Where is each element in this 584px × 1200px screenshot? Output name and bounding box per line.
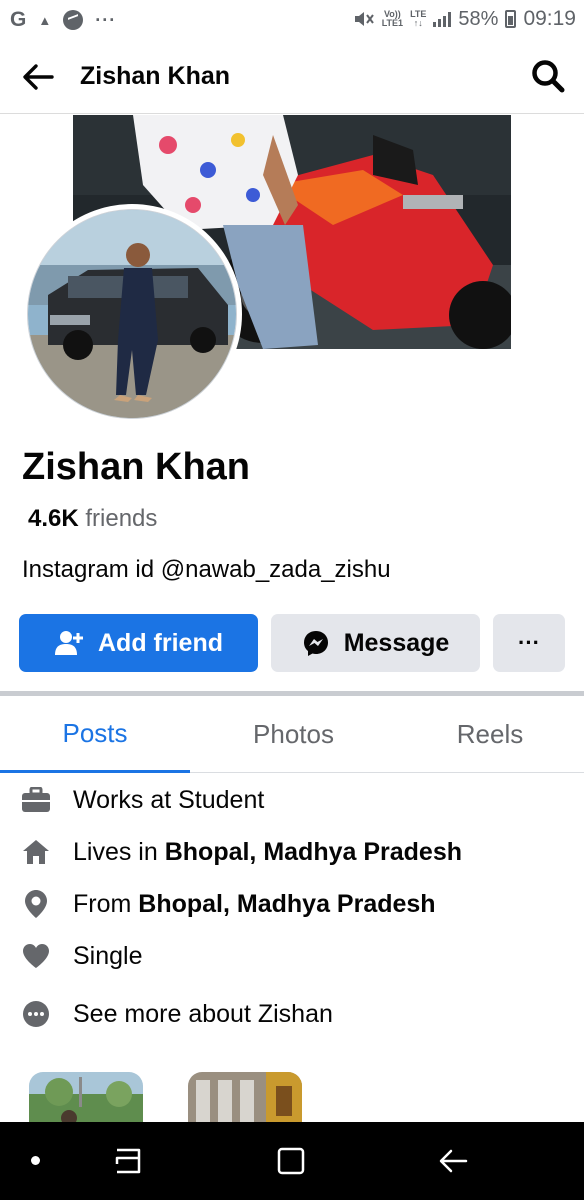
about-relationship-text: Single xyxy=(73,941,143,970)
more-options-button[interactable]: ··· xyxy=(493,614,565,672)
mute-icon xyxy=(354,12,374,26)
see-more-about[interactable]: See more about Zishan xyxy=(20,994,333,1034)
system-navigation-bar xyxy=(0,1122,584,1200)
battery-icon xyxy=(505,10,517,28)
clock: 09:19 xyxy=(523,7,576,30)
add-friend-button[interactable]: Add friend xyxy=(19,614,258,672)
volte-indicator: Vo)) LTE1 xyxy=(381,9,404,28)
more-options-icon: ··· xyxy=(518,630,540,655)
warning-icon: ▲ xyxy=(38,12,52,28)
profile-bio: Instagram id @nawab_zada_zishu xyxy=(22,556,391,583)
battery-percent: 58% xyxy=(458,7,499,30)
heart-icon xyxy=(20,940,52,972)
more-dots-icon: ··· xyxy=(95,9,117,30)
lte-indicator: LTE ↑↓ xyxy=(410,9,427,28)
about-work-text: Works at Student xyxy=(73,785,265,814)
app-header: Zishan Khan xyxy=(0,40,584,114)
google-g-icon: G xyxy=(10,8,27,31)
tab-posts[interactable]: Posts xyxy=(0,696,190,773)
status-bar-right: Vo)) LTE1 LTE ↑↓ 58% 09:19 xyxy=(353,7,576,31)
messenger-icon xyxy=(303,631,328,656)
profile-picture-image xyxy=(27,209,237,419)
friends-count[interactable]: 4.6K friends xyxy=(28,505,157,533)
tab-reels[interactable]: Reels xyxy=(396,696,584,773)
about-from: From Bhopal, Madhya Pradesh xyxy=(20,884,436,924)
add-friend-label: Add friend xyxy=(98,628,223,657)
more-circle-icon xyxy=(20,998,52,1030)
search-icon[interactable] xyxy=(530,58,566,94)
messenger-icon xyxy=(63,10,84,30)
about-from-place[interactable]: Bhopal, Madhya Pradesh xyxy=(138,890,435,919)
about-lives-place[interactable]: Bhopal, Madhya Pradesh xyxy=(165,838,462,867)
nav-assistant-dot-icon[interactable] xyxy=(31,1156,40,1165)
see-more-about-text: See more about Zishan xyxy=(73,999,333,1028)
about-relationship: Single xyxy=(20,936,143,976)
profile-name: Zishan Khan xyxy=(22,446,251,488)
home-icon xyxy=(20,836,52,868)
location-pin-icon xyxy=(20,888,52,920)
recent-apps-icon[interactable] xyxy=(112,1144,144,1178)
status-bar-left: G ▲ ··· xyxy=(10,8,116,32)
tab-photos[interactable]: Photos xyxy=(196,696,391,773)
about-lives: Lives in Bhopal, Madhya Pradesh xyxy=(20,832,462,872)
add-friend-icon xyxy=(55,631,83,655)
signal-icon xyxy=(433,11,452,27)
about-lives-prefix: Lives in xyxy=(73,837,158,866)
profile-tabs: Posts Photos Reels xyxy=(0,696,584,773)
friends-count-number: 4.6K xyxy=(28,505,79,532)
home-button-icon[interactable] xyxy=(276,1146,306,1176)
back-arrow-icon[interactable] xyxy=(20,60,56,94)
nav-back-icon[interactable] xyxy=(436,1144,470,1178)
message-label: Message xyxy=(343,628,450,657)
profile-picture[interactable] xyxy=(22,204,242,424)
header-title: Zishan Khan xyxy=(80,62,231,90)
about-from-prefix: From xyxy=(73,889,132,918)
about-work: Works at Student xyxy=(20,780,264,820)
briefcase-icon xyxy=(20,784,52,816)
message-button[interactable]: Message xyxy=(271,614,480,672)
status-bar: G ▲ ··· Vo)) LTE1 LTE ↑↓ 58% 09:19 xyxy=(0,0,584,40)
friends-count-label: friends xyxy=(78,505,158,532)
